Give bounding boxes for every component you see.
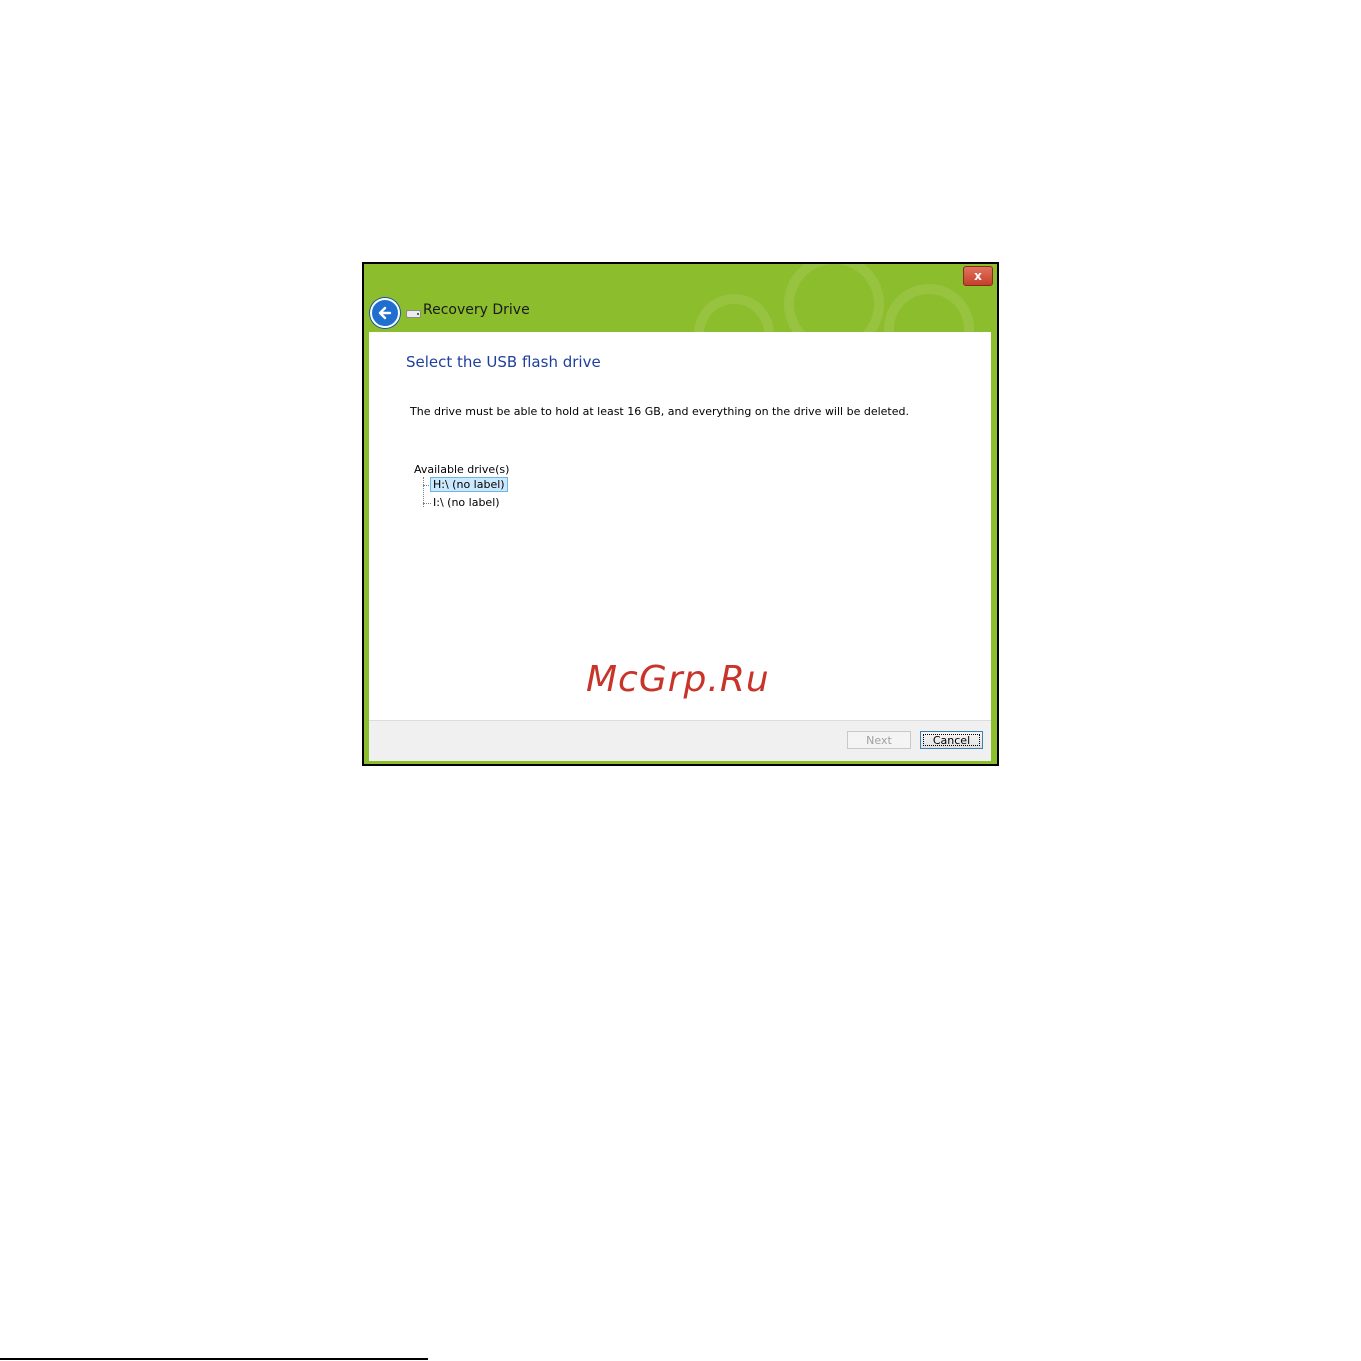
background-decoration [884, 284, 974, 332]
background-decoration [784, 264, 884, 332]
drive-item-i[interactable]: I:\ (no label) [430, 495, 503, 510]
back-button[interactable] [370, 298, 400, 328]
watermark: McGrp.Ru [586, 659, 770, 700]
back-arrow-icon [378, 306, 392, 320]
usb-drive-icon [406, 310, 421, 318]
background-decoration [694, 294, 774, 332]
cancel-button[interactable]: Cancel [920, 731, 983, 749]
page-heading: Select the USB flash drive [406, 353, 601, 371]
close-icon: x [974, 269, 982, 283]
window-title: Recovery Drive [423, 302, 530, 318]
page-rule [0, 1358, 428, 1360]
next-button[interactable]: Next [847, 731, 911, 749]
recovery-drive-window: x Recovery Drive Select the USB flash dr… [362, 262, 999, 766]
footer-bar: Next Cancel [369, 720, 991, 761]
page-description: The drive must be able to hold at least … [410, 405, 909, 418]
drive-item-h[interactable]: H:\ (no label) [430, 477, 508, 492]
title-bar: x Recovery Drive [364, 264, 997, 332]
content-area: Select the USB flash drive The drive mus… [369, 332, 991, 720]
available-drives-label: Available drive(s) [414, 463, 510, 476]
close-button[interactable]: x [963, 266, 993, 286]
